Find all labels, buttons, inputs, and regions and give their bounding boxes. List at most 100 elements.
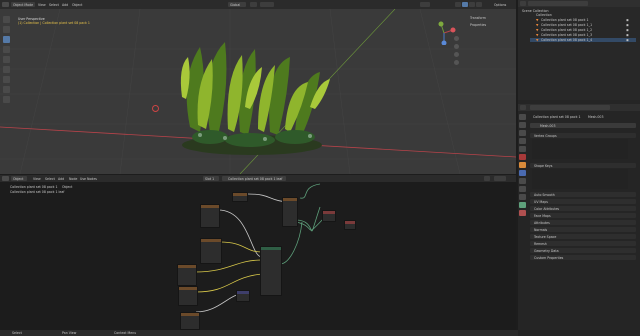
image-texture-node-b[interactable] [200,238,222,264]
proportional-toggle[interactable] [260,2,274,7]
transform-tool[interactable] [3,66,10,73]
normal-map-node[interactable] [177,264,197,286]
node-menu-select[interactable]: Select [45,177,55,181]
outliner-search[interactable] [528,1,588,6]
snap-toggle[interactable] [250,2,257,7]
image-texture-node-d[interactable] [180,312,200,330]
node-editor-type-button[interactable] [2,176,9,181]
material-output-node[interactable] [322,210,336,222]
cursor-tool[interactable] [3,26,10,33]
tab-render[interactable] [519,122,526,128]
properties-editor-button[interactable] [520,105,526,110]
mesh-data-field[interactable]: Mesh.003 [530,123,636,128]
mode-selector[interactable]: Object Mode [11,2,35,7]
section-geometry-data[interactable]: Geometry Data [530,248,636,253]
use-nodes-toggle[interactable]: Use Nodes [80,177,97,181]
tab-constraints[interactable] [519,194,526,200]
menu-select[interactable]: Select [49,3,59,7]
tab-object[interactable] [519,162,526,168]
nav-tab-properties[interactable]: Properties [470,23,486,27]
mapping-node-a[interactable] [200,204,220,228]
visibility-icon[interactable]: ◉ [626,18,629,22]
section-attributes[interactable]: Attributes [530,220,636,225]
visibility-icon[interactable]: ◉ [626,33,629,37]
add-cube-tool[interactable] [3,96,10,103]
tab-data[interactable] [519,202,526,208]
tab-physics[interactable] [519,186,526,192]
outliner-row-pack1-1[interactable]: ▼ Collection plant set 08 pack 1_1 ◉ [530,23,636,27]
outliner-row-pack1-3[interactable]: ▼ Collection plant set 08 pack 1_3 ◉ [530,33,636,37]
tab-tool[interactable] [519,114,526,120]
node-object-dropdown[interactable]: Object [11,176,27,181]
section-color-attributes[interactable]: Color Attributes [530,206,636,211]
editor-type-button[interactable] [2,2,9,7]
material-selector[interactable]: Collection plant set 08 pack 1 leaf [222,176,286,181]
section-remesh[interactable]: Remesh [530,241,636,246]
tab-scene[interactable] [519,146,526,152]
orientation-dropdown[interactable]: Global [228,2,246,7]
section-custom-properties[interactable]: Custom Properties [530,255,636,260]
select-tool[interactable] [3,16,10,23]
image-texture-node-a[interactable] [282,197,298,227]
3d-cursor[interactable] [152,105,159,112]
image-texture-node-c[interactable] [178,286,198,306]
slot-dropdown[interactable]: Slot 1 [203,176,219,181]
rotate-tool[interactable] [3,46,10,53]
texture-node-top[interactable] [232,192,248,202]
mix-node[interactable] [236,290,250,302]
visibility-icon[interactable]: ◉ [626,28,629,32]
shading-wire[interactable] [455,2,461,7]
section-normals[interactable]: Normals [530,227,636,232]
outliner-row-pack1-4[interactable]: ▼ Collection plant set 08 pack 1_4 ◉ [530,38,636,42]
node-menu-view[interactable]: View [33,177,41,181]
snap-node-toggle[interactable] [484,176,490,181]
tab-output[interactable] [519,130,526,136]
camera-icon[interactable] [454,52,459,57]
section-uv-maps[interactable]: UV Maps [530,199,636,204]
output-node-b[interactable] [344,220,356,230]
3d-viewport[interactable]: User Perspective (1) Collection | Collec… [0,9,516,174]
shading-rendered[interactable] [476,2,482,7]
overlay-toggle[interactable] [420,2,430,7]
section-shape-keys[interactable]: Shape Keys [530,163,636,168]
outliner-row-pack1[interactable]: ▼ Collection plant set 08 pack 1 ◉ [530,18,636,22]
ortho-icon[interactable] [454,60,459,65]
outliner-filter-button[interactable] [520,1,526,6]
outliner-row-collection[interactable]: Collection [530,13,636,17]
menu-view[interactable]: View [38,3,46,7]
tab-modifiers[interactable] [519,170,526,176]
section-face-maps[interactable]: Face Maps [530,213,636,218]
visibility-icon[interactable]: ◉ [626,38,629,42]
shape-keys-list[interactable] [532,169,628,189]
options-label[interactable]: Options [494,3,506,7]
measure-tool[interactable] [3,86,10,93]
section-label: Remesh [534,242,547,246]
scale-tool[interactable] [3,56,10,63]
visibility-icon[interactable]: ◉ [626,23,629,27]
shading-material[interactable] [469,2,475,7]
zoom-icon[interactable] [454,36,459,41]
section-vertex-groups[interactable]: Vertex Groups [530,133,636,138]
tab-material[interactable] [519,210,526,216]
node-menu-add[interactable]: Add [58,177,64,181]
annotate-tool[interactable] [3,76,10,83]
menu-add[interactable]: Add [62,3,68,7]
move-tool[interactable] [3,36,10,43]
nav-tab-transform[interactable]: Transform [470,16,486,20]
section-texture-space[interactable]: Texture Space [530,234,636,239]
menu-object[interactable]: Object [72,3,82,7]
vertex-groups-list[interactable] [532,139,628,159]
tab-particles[interactable] [519,178,526,184]
navigation-gizmo[interactable] [432,21,456,45]
principled-bsdf-node[interactable] [260,246,282,296]
tab-view-layer[interactable] [519,138,526,144]
tab-world[interactable] [519,154,526,160]
properties-search[interactable] [530,105,610,110]
outliner-row-pack1-2[interactable]: ▼ Collection plant set 08 pack 1_2 ◉ [530,28,636,32]
node-editor[interactable]: Collection plant set 08 pack 1 Object Co… [0,182,516,330]
node-menu-node[interactable]: Node [69,177,77,181]
shading-solid[interactable] [462,2,468,7]
section-auto-smooth[interactable]: Auto Smooth [530,192,636,197]
overlay-node-toggle[interactable] [494,176,506,181]
pan-icon[interactable] [454,44,459,49]
